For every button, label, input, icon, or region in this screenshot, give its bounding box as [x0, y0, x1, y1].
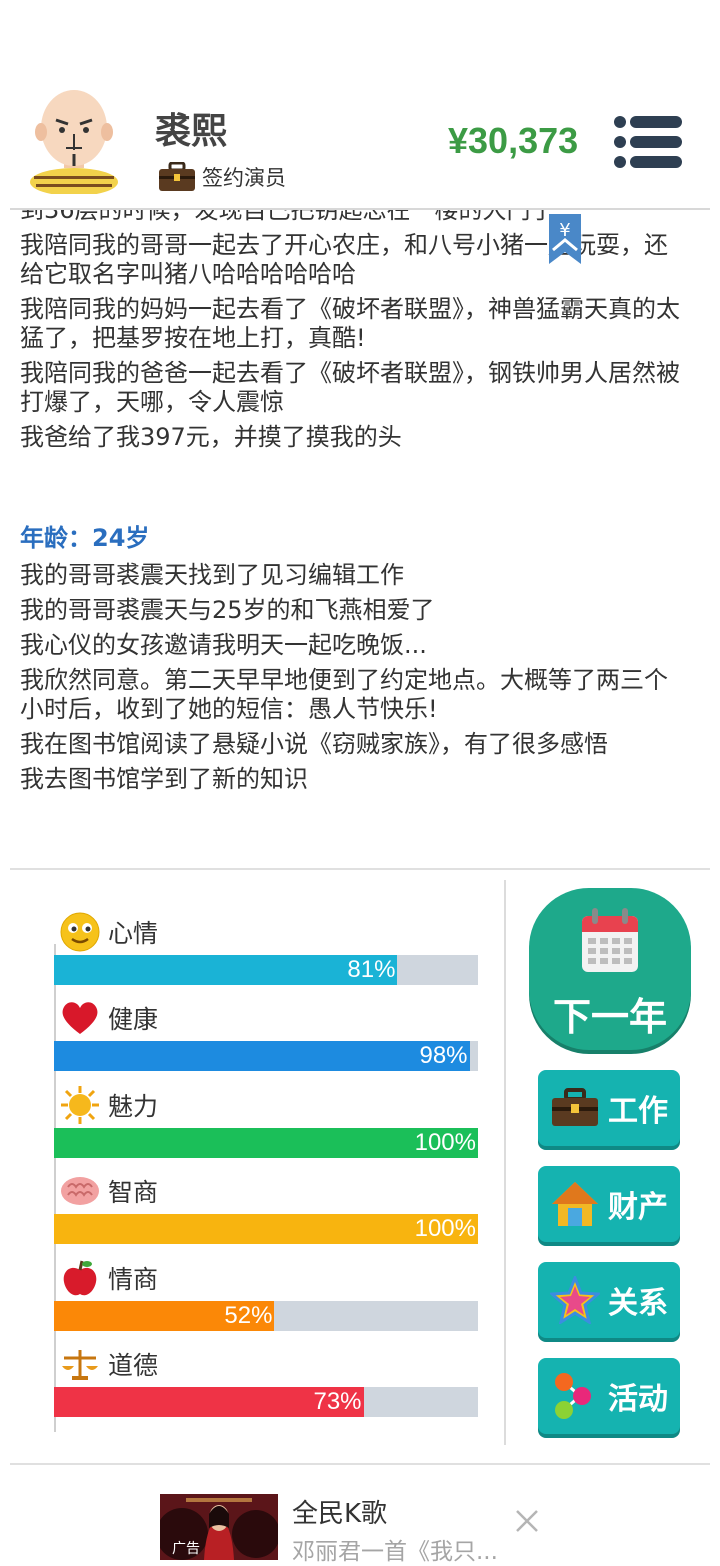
stat-label: 道德	[108, 1350, 159, 1380]
profile-header: 裘熙 签约演员 ¥30,373	[0, 70, 720, 210]
log-entry: 我爸给了我397元，并摸了摸我的头	[20, 423, 402, 451]
stat-label: 智商	[108, 1178, 159, 1208]
calendar-icon	[582, 908, 638, 972]
heart-icon	[62, 1002, 98, 1035]
stat-bar-fill: 52%	[54, 1300, 275, 1331]
ad-title[interactable]: 全民K歌	[292, 1493, 387, 1530]
stat-label: 健康	[108, 1005, 159, 1035]
activities-label: 活动	[608, 1382, 668, 1417]
bottom-divider	[10, 1463, 710, 1465]
stat-label: 心情	[108, 919, 159, 948]
stat-bar-fill: 98%	[54, 1041, 470, 1072]
stat-value: 100%	[414, 1128, 476, 1156]
next-year-label: 下一年	[552, 995, 667, 1039]
stat-morality: 道德 73%	[54, 1334, 480, 1420]
stat-bar: 98%	[54, 1041, 478, 1072]
scale-icon	[62, 1349, 98, 1380]
briefcase-icon	[159, 162, 195, 191]
log-entry: 我陪同我的妈妈一起去看了《破坏者联盟》，神兽猛霸天真的太猛了，把基罗按在地上打，…	[20, 295, 680, 352]
ad-image[interactable]: 广告	[160, 1494, 278, 1560]
log-entry: 我欣然同意。第二天早早地便到了约定地点。大概等了两三个小时后，收到了她的短信：愚…	[20, 666, 668, 723]
work-label: 工作	[608, 1094, 668, 1129]
relations-label: 关系	[608, 1286, 668, 1321]
log-entry: 到36层的时候，发现自己把钥匙忘在一楼的大门了	[20, 210, 555, 224]
sun-icon	[61, 1085, 99, 1124]
stat-bar: 73%	[54, 1386, 478, 1417]
life-log[interactable]: 到36层的时候，发现自己把钥匙忘在一楼的大门了 我陪同我的哥哥一起去了开心农庄，…	[0, 210, 720, 865]
stat-bar: 81%	[54, 955, 478, 985]
log-entry: 我的哥哥裘震天与25岁的和飞燕相爱了	[20, 596, 435, 624]
log-entry: 我陪同我的哥哥一起去了开心农庄，和八号小猪一起玩耍，还给它取名字叫猪八哈哈哈哈哈…	[20, 231, 668, 288]
job-label: 签约演员	[202, 166, 286, 190]
stat-value: 73%	[313, 1387, 362, 1415]
relations-button[interactable]: 关系	[538, 1262, 680, 1338]
smiley-icon	[60, 912, 100, 952]
log-entry: 我在图书馆阅读了悬疑小说《窃贼家族》，有了很多感悟	[20, 730, 608, 758]
work-button[interactable]: 工作	[538, 1070, 680, 1146]
log-entry: 我心仪的女孩邀请我明天一起吃晚饭...	[20, 631, 427, 659]
log-entry: 我陪同我的爸爸一起去看了《破坏者联盟》，钢铁帅男人居然被打爆了，天哪，令人震惊	[20, 359, 680, 416]
stat-value: 100%	[414, 1215, 476, 1243]
stat-value: 81%	[347, 956, 396, 983]
money-balance: ¥30,373	[448, 120, 579, 161]
stat-bar: 100%	[54, 1127, 478, 1158]
close-icon[interactable]	[514, 1508, 540, 1534]
activities-button[interactable]: 活动	[538, 1358, 680, 1434]
stat-bar-fill: 100%	[54, 1214, 478, 1245]
star-icon	[550, 1276, 600, 1324]
ad-tag: 广告	[172, 1541, 200, 1557]
age-heading: 年龄：24岁	[20, 524, 150, 552]
avatar[interactable]	[24, 84, 124, 194]
stat-mood: 心情 81%	[54, 902, 480, 988]
stat-charm: 魅力 100%	[54, 1075, 480, 1161]
apple-icon	[63, 1260, 97, 1295]
assets-label: 财产	[608, 1190, 668, 1225]
stat-label: 情商	[108, 1264, 159, 1294]
stat-bar: 52%	[54, 1300, 478, 1331]
player-name: 裘熙	[155, 111, 228, 152]
stat-value: 98%	[419, 1042, 468, 1070]
life-log-content: 到36层的时候，发现自己把钥匙忘在一楼的大门了 我陪同我的哥哥一起去了开心农庄，…	[20, 210, 690, 800]
stat-eq: 情商 52%	[54, 1248, 480, 1334]
stat-bar-fill: 73%	[54, 1386, 364, 1417]
activity-dots-icon	[555, 1373, 591, 1419]
menu-icon[interactable]	[612, 114, 684, 170]
log-divider	[10, 868, 710, 870]
assets-button[interactable]: 财产	[538, 1166, 680, 1242]
ad-subtitle[interactable]: 邓丽君一首《我只...	[292, 1532, 498, 1566]
stat-bar-fill: 100%	[54, 1127, 478, 1158]
briefcase-icon	[552, 1088, 598, 1126]
money-flag-icon[interactable]: ¥	[549, 214, 581, 266]
brain-icon	[61, 1177, 99, 1206]
house-icon	[552, 1182, 598, 1226]
stat-health: 健康 98%	[54, 988, 480, 1074]
flag-symbol: ¥	[559, 220, 570, 241]
stat-bar: 100%	[54, 1214, 478, 1245]
stat-value: 52%	[224, 1301, 273, 1329]
stats-panel: 心情 81% 健康 98% 魅力 100% 智商 100% 情商 52% 道德 …	[54, 902, 480, 1420]
panel-divider	[504, 880, 506, 1445]
job-info: 签约演员	[158, 162, 286, 192]
next-year-button[interactable]: 下一年	[529, 888, 691, 1050]
stat-bar-fill: 81%	[54, 955, 398, 985]
log-entry: 我的哥哥裘震天找到了见习编辑工作	[20, 561, 404, 589]
stat-label: 魅力	[108, 1091, 159, 1121]
stat-iq: 智商 100%	[54, 1161, 480, 1247]
log-entry: 我去图书馆学到了新的知识	[20, 765, 308, 793]
